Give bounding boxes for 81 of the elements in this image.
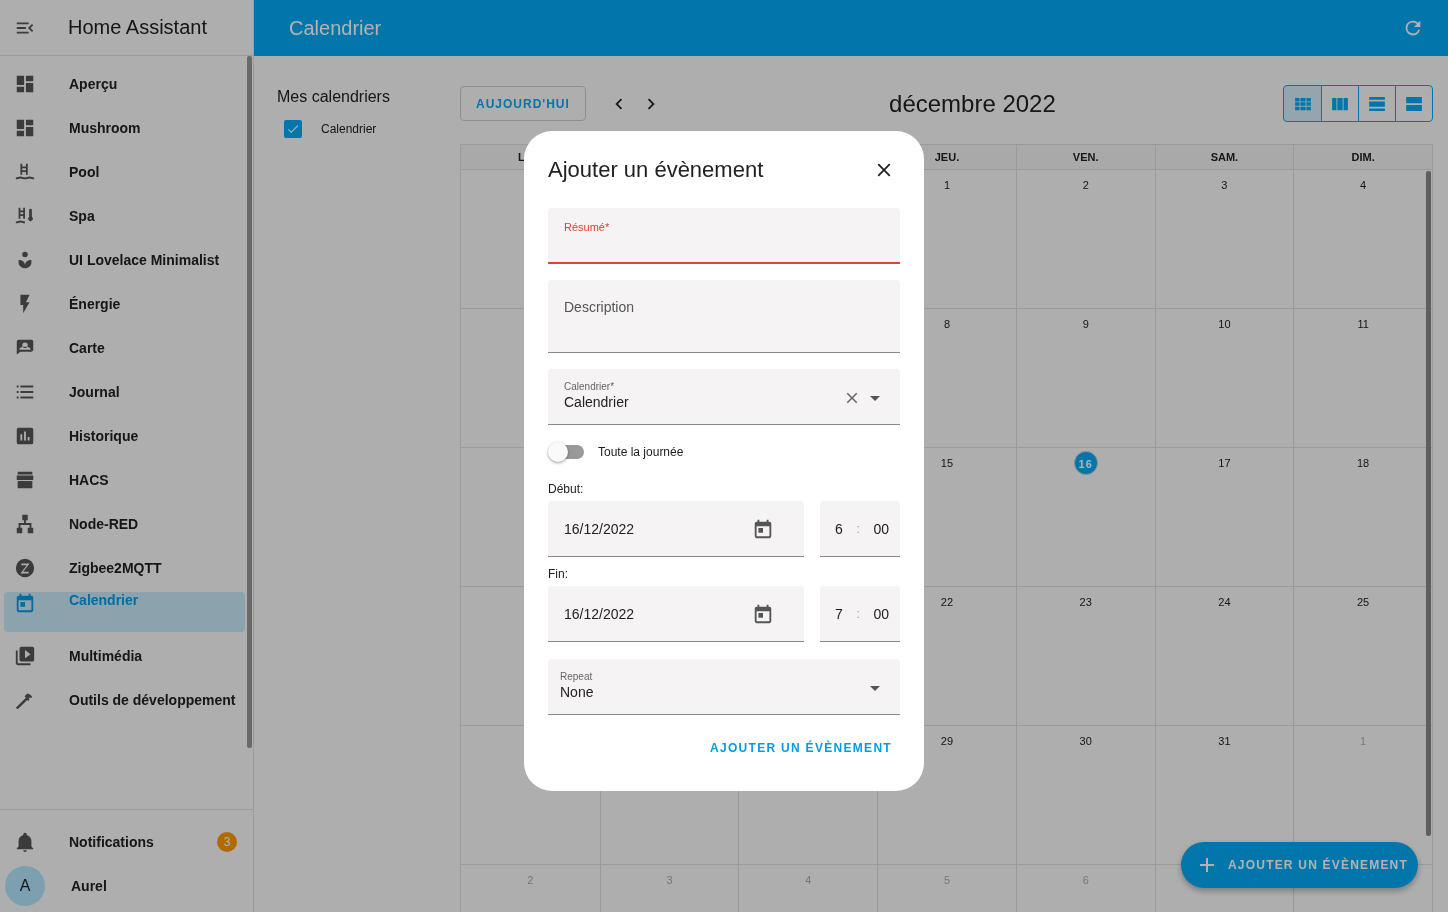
day-number[interactable]: 10 xyxy=(1218,316,1231,332)
day-number[interactable]: 24 xyxy=(1218,594,1231,610)
toggle-switch[interactable] xyxy=(548,441,584,463)
day-number[interactable]: 29 xyxy=(940,733,954,749)
repeat-select[interactable]: Repeat None xyxy=(548,659,900,715)
day-number[interactable]: 15 xyxy=(940,455,954,471)
circle-z-icon xyxy=(14,557,36,579)
page-title: Calendrier xyxy=(289,16,382,40)
calendar-icon[interactable] xyxy=(752,517,774,540)
plus-icon xyxy=(1200,858,1214,872)
all-day-label: Toute la journée xyxy=(598,445,684,459)
avatar: A xyxy=(5,866,45,906)
scrollbar[interactable] xyxy=(247,56,252,748)
day-number[interactable]: 22 xyxy=(940,594,954,610)
weekday-label: DIM. xyxy=(1351,151,1375,163)
calendar-select[interactable]: Calendrier* Calendrier xyxy=(548,369,900,425)
day-number[interactable]: 4 xyxy=(1360,177,1367,193)
store-icon xyxy=(14,469,36,491)
day-number[interactable]: 17 xyxy=(1218,455,1231,471)
caret-icon xyxy=(870,396,880,401)
day-number[interactable]: 25 xyxy=(1357,594,1370,610)
notifications-item[interactable]: Notifications 3 xyxy=(4,822,245,862)
check-icon xyxy=(286,122,300,136)
day-number[interactable]: 8 xyxy=(943,316,951,332)
calendar-icon xyxy=(14,592,36,614)
calendars-heading: Mes calendriers xyxy=(277,88,391,106)
sidebar-item[interactable]: Énergie xyxy=(4,284,245,324)
sidebar-item[interactable]: HACS xyxy=(4,460,245,500)
day-number[interactable]: 31 xyxy=(1218,733,1231,749)
day-number[interactable]: 2 xyxy=(1082,177,1089,193)
sidebar-item[interactable]: Spa xyxy=(4,196,245,236)
month-title: décembre 2022 xyxy=(888,89,1057,118)
sidebar-item[interactable]: Node-RED xyxy=(4,504,245,544)
time-field[interactable]: 7 : 00 xyxy=(820,586,900,642)
sidebar-item[interactable]: Historique xyxy=(4,416,245,456)
calendar-label: Calendrier xyxy=(321,122,377,136)
grid-view-icon xyxy=(1294,96,1311,111)
date-field[interactable]: 16/12/2022 xyxy=(548,586,804,642)
time-label: Fin: xyxy=(548,567,569,581)
summary-field[interactable]: Résumé* xyxy=(548,208,900,264)
bar-chart-icon xyxy=(14,425,36,447)
day-number[interactable]: 23 xyxy=(1079,594,1092,610)
rows-view-icon xyxy=(1369,96,1385,111)
two-rows-view-icon xyxy=(1406,96,1422,111)
sidebar-item[interactable]: Multimédia xyxy=(4,636,245,676)
day-number[interactable]: 9 xyxy=(1082,316,1089,332)
sidebar-item[interactable]: Journal xyxy=(4,372,245,412)
weekday-label: L xyxy=(518,151,525,163)
time-field[interactable]: 6 : 00 xyxy=(820,501,900,557)
sidebar-item[interactable]: Outils de développement xyxy=(4,680,245,720)
sidebar-item[interactable]: Zigbee2MQTT xyxy=(4,548,245,588)
user-item[interactable]: A Aurel xyxy=(4,866,245,906)
day-number[interactable]: 3 xyxy=(1221,177,1228,193)
caret-icon xyxy=(870,686,880,691)
bell-icon xyxy=(14,831,36,853)
dashboard-icon xyxy=(14,117,36,139)
calendar-icon[interactable] xyxy=(752,602,774,625)
sidebar-item[interactable]: UI Lovelace Minimalist xyxy=(4,240,245,280)
sidebar-item[interactable]: Mushroom xyxy=(4,108,245,148)
columns-view-icon xyxy=(1332,96,1348,111)
day-number[interactable]: 18 xyxy=(1357,455,1370,471)
description-field[interactable]: Description xyxy=(548,280,900,353)
day-number[interactable]: 1 xyxy=(943,177,951,193)
notification-count: 3 xyxy=(217,832,237,852)
network-icon xyxy=(14,513,36,535)
weekday-label: JEU. xyxy=(934,151,960,163)
app-title: Home Assistant xyxy=(68,16,207,39)
weekday-label: VEN. xyxy=(1072,151,1099,163)
sidebar-item[interactable]: Carte xyxy=(4,328,245,368)
sidebar-item[interactable]: Pool xyxy=(4,152,245,192)
sidebar-item[interactable]: Aperçu xyxy=(4,64,245,104)
checkbox[interactable] xyxy=(284,120,302,138)
date-field[interactable]: 16/12/2022 xyxy=(548,501,804,557)
dashboard-icon xyxy=(14,73,36,95)
time-label: Début: xyxy=(548,482,585,496)
day-number[interactable]: 30 xyxy=(1079,733,1092,749)
weekday-label: SAM. xyxy=(1210,151,1239,163)
scrollbar[interactable] xyxy=(1426,171,1431,836)
day-number[interactable]: 11 xyxy=(1357,316,1369,332)
play-stack-icon xyxy=(14,645,36,667)
dialog-title: Ajouter un évènement xyxy=(548,156,764,183)
